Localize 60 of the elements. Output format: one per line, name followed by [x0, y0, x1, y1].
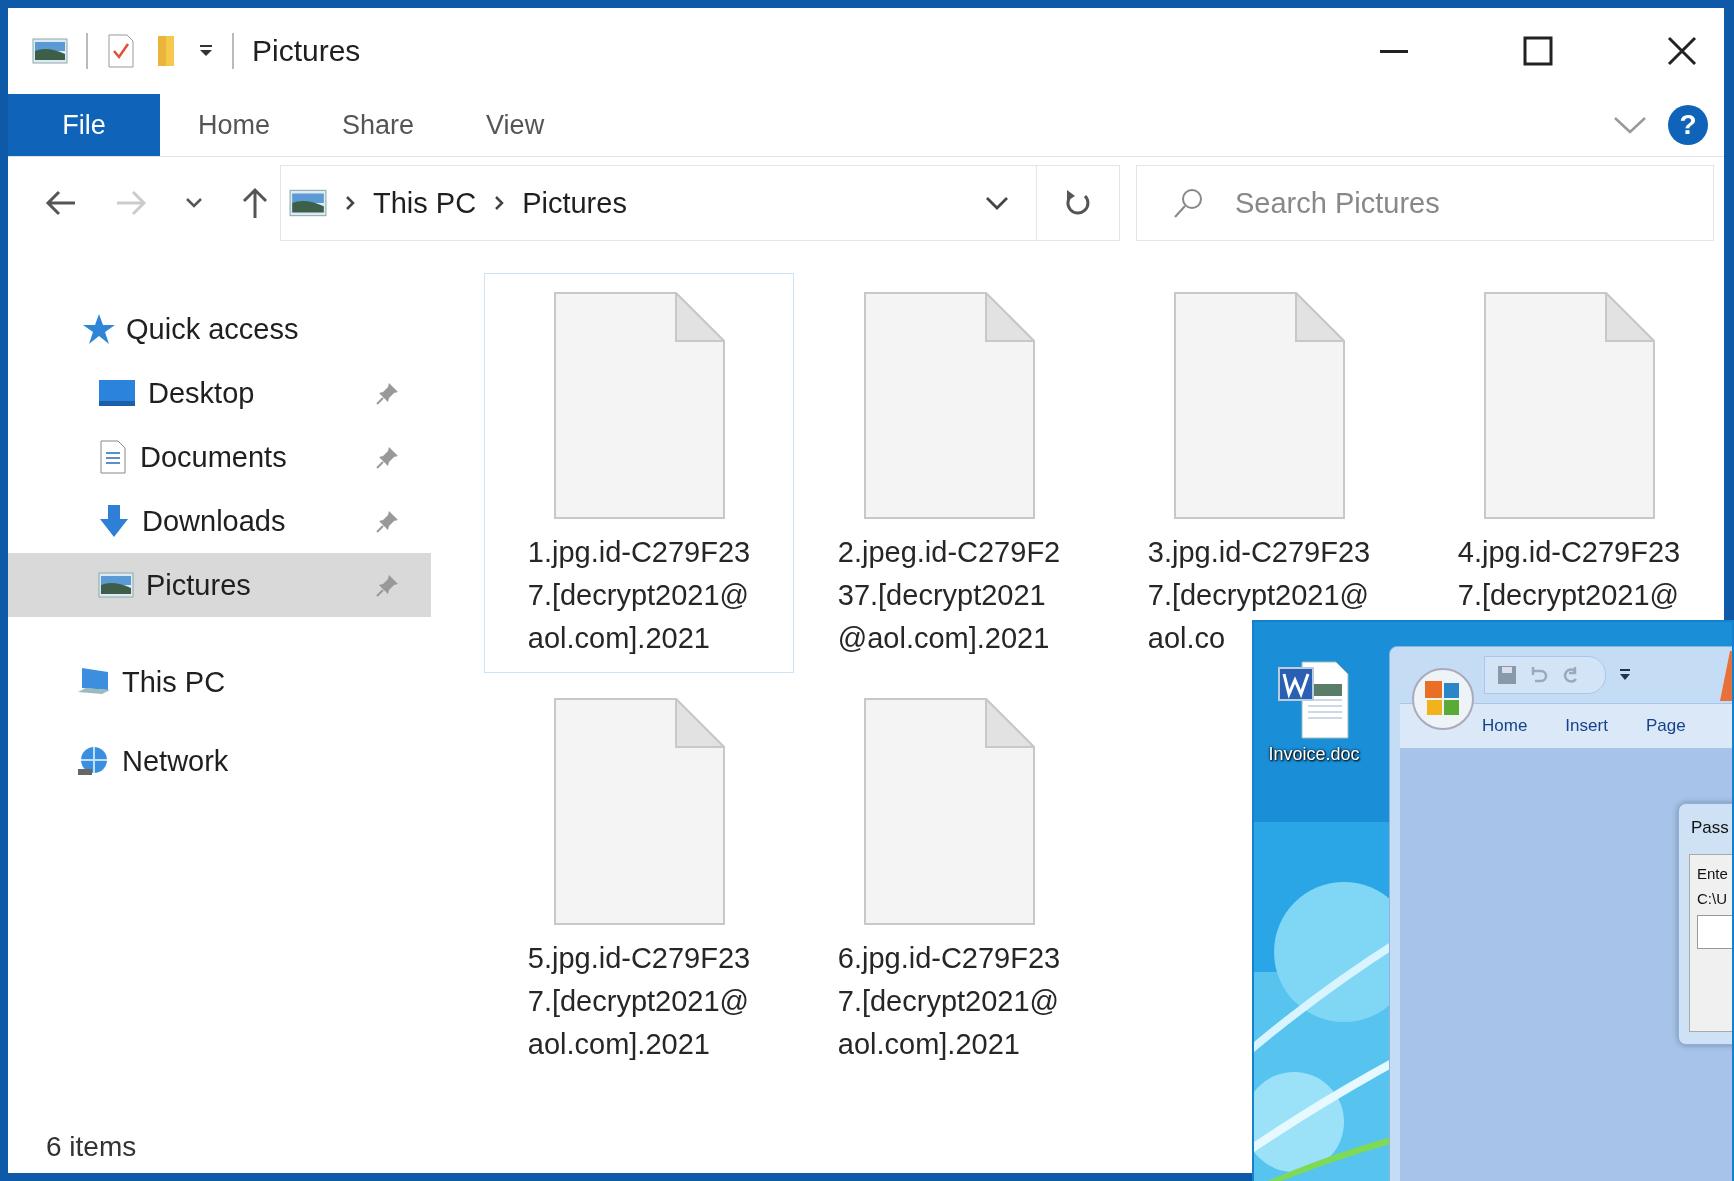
- ribbon-tab[interactable]: View: [450, 94, 581, 156]
- document-icon: [98, 439, 128, 475]
- sidebar-item[interactable]: Downloads: [8, 489, 431, 553]
- sidebar-item[interactable]: This PC: [8, 639, 431, 725]
- dropdown-icon[interactable]: [198, 44, 214, 58]
- sidebar-item[interactable]: Quick access: [8, 297, 431, 361]
- dialog-text: Ente: [1697, 865, 1729, 882]
- sidebar-item[interactable]: Documents: [8, 425, 431, 489]
- ribbon-tab[interactable]: Share: [306, 94, 451, 156]
- save-icon[interactable]: [1497, 665, 1517, 685]
- chevron-down-icon[interactable]: [984, 194, 1010, 212]
- breadcrumb-item[interactable]: Pictures: [522, 186, 627, 220]
- star-icon: [82, 313, 116, 345]
- file-item[interactable]: 5.jpg.id-C279F23 7.[decrypt2021@ aol.com].2021: [484, 679, 794, 1067]
- file-item[interactable]: 1.jpg.id-C279F23 7.[decrypt2021@ aol.com].2021: [484, 273, 794, 673]
- address-field[interactable]: This PC Pictures: [280, 165, 1120, 241]
- file-icon: [553, 698, 725, 925]
- search-field[interactable]: Search Pictures: [1136, 165, 1714, 241]
- file-icon: [863, 698, 1035, 925]
- desktop-icon: [98, 379, 136, 407]
- window-title: Pictures: [252, 34, 361, 68]
- chevron-right-icon[interactable]: [343, 194, 357, 212]
- expand-ribbon-icon[interactable]: [1612, 114, 1648, 136]
- pictures-icon: [32, 38, 68, 64]
- pin-icon[interactable]: [375, 380, 401, 406]
- word-document-icon: [1278, 660, 1350, 740]
- ribbon-tab[interactable]: Insert: [1565, 716, 1608, 736]
- download-arrow-icon: [98, 503, 130, 539]
- up-arrow-icon[interactable]: [240, 186, 270, 220]
- breadcrumb-item[interactable]: This PC: [373, 186, 477, 220]
- office-logo-icon[interactable]: [1411, 667, 1475, 731]
- ribbon-tab[interactable]: File: [8, 94, 160, 156]
- ribbon-tab[interactable]: Home: [160, 94, 307, 156]
- file-icon: [1173, 292, 1345, 519]
- properties-icon[interactable]: [106, 33, 136, 69]
- sidebar-item[interactable]: Network: [8, 725, 431, 797]
- chevron-down-icon[interactable]: [184, 196, 204, 210]
- pictures-icon: [98, 572, 134, 598]
- file-icon: [863, 292, 1035, 519]
- customize-icon[interactable]: [1618, 668, 1632, 682]
- item-count: 6 items: [46, 1131, 137, 1163]
- pin-icon[interactable]: [375, 508, 401, 534]
- back-arrow-icon[interactable]: [44, 188, 78, 218]
- file-icon: [1483, 292, 1655, 519]
- sidebar-item[interactable]: Pictures: [8, 553, 431, 617]
- file-item[interactable]: 3.jpg.id-C279F23 7.[decrypt2021@ aol.co: [1104, 273, 1414, 661]
- sidebar-item[interactable]: Desktop: [8, 361, 431, 425]
- desktop-shortcut[interactable]: Invoice.doc: [1260, 660, 1368, 765]
- ribbon-tab[interactable]: Home: [1482, 716, 1528, 736]
- dialog-text: C:\U: [1697, 890, 1728, 907]
- help-button[interactable]: ?: [1668, 105, 1708, 145]
- file-item[interactable]: 6.jpg.id-C279F23 7.[decrypt2021@ aol.com].2021: [794, 679, 1104, 1067]
- pin-icon[interactable]: [375, 572, 401, 598]
- file-item[interactable]: 4.jpg.id-C279F23 7.[decrypt2021@: [1414, 273, 1724, 618]
- pin-icon[interactable]: [375, 444, 401, 470]
- ribbon-tab[interactable]: Page: [1645, 716, 1686, 736]
- dialog-title: Pass: [1691, 818, 1729, 838]
- file-icon: [553, 292, 725, 519]
- file-item[interactable]: 2.jpeg.id-C279F2 37.[decrypt2021 @aol.com].2021: [794, 273, 1104, 661]
- pictures-icon: [289, 189, 327, 217]
